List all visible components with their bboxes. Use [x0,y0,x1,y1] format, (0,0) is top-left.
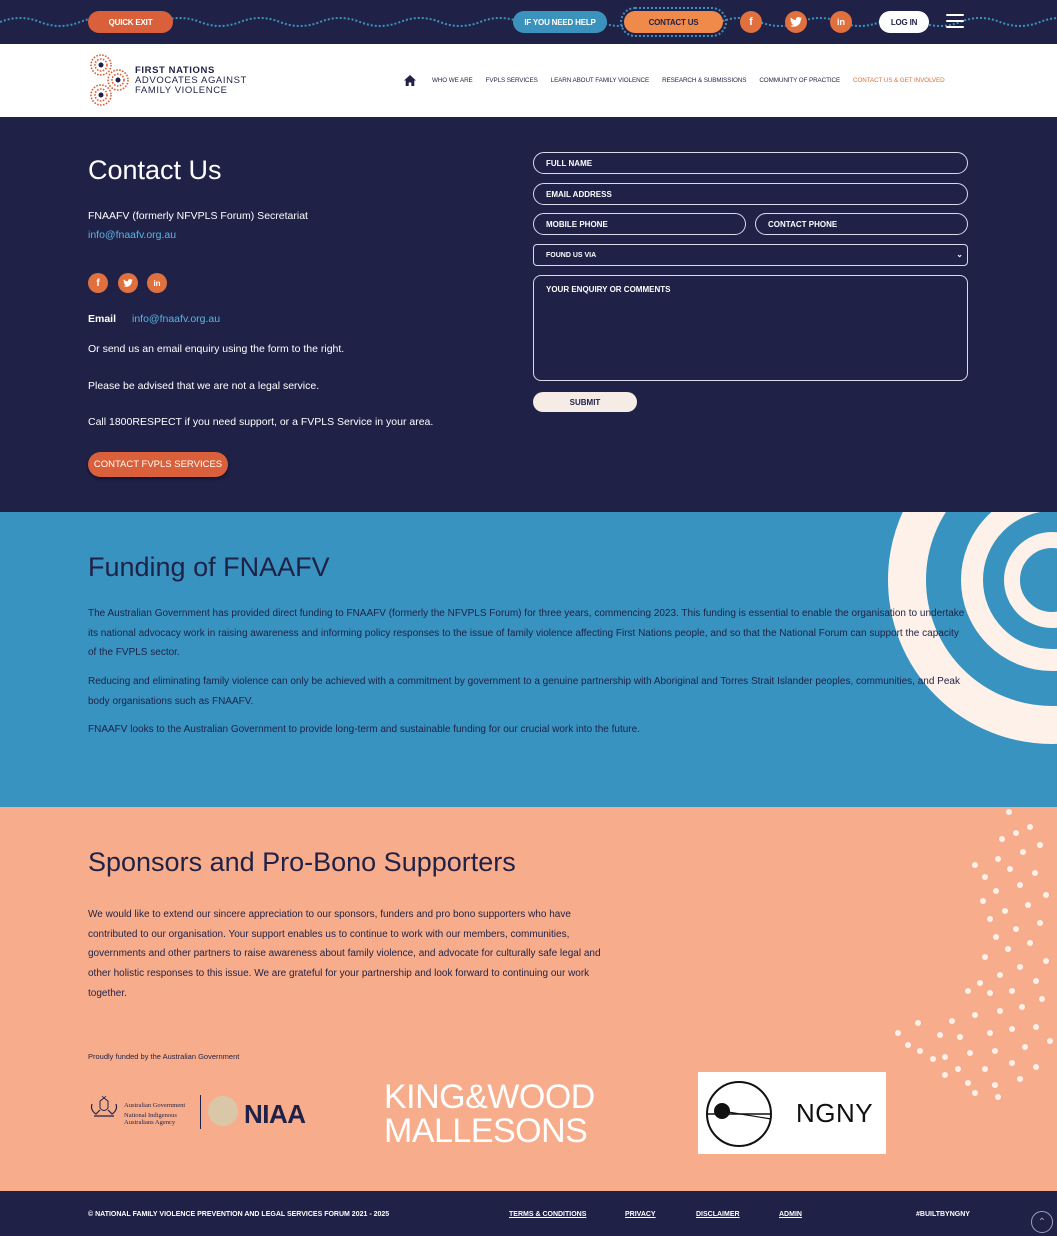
contact-section: Contact Us FNAAFV (formerly NFVPLS Forum… [0,117,1057,512]
copyright-text: © NATIONAL FAMILY VIOLENCE PREVENTION AN… [88,1211,390,1218]
need-help-button[interactable]: IF YOU NEED HELP [513,11,607,33]
contact-title: Contact Us [88,155,222,185]
site-logo[interactable]: FIRST NATIONS ADVOCATES AGAINST FAMILY V… [88,52,248,109]
funding-paragraph-2: Reducing and eliminating family violence… [88,676,960,707]
contact-us-button[interactable]: CONTACT US [620,7,727,37]
funding-paragraph-1: The Australian Government has provided d… [88,608,965,658]
main-nav: WHO WE ARE FVPLS SERVICES LEARN ABOUT FA… [404,75,945,86]
sponsors-title: Sponsors and Pro-Bono Supporters [88,847,516,877]
terms-conditions-link[interactable]: TERMS & CONDITIONS [509,1211,586,1218]
scroll-to-top-icon[interactable]: ⌃ [1031,1211,1053,1233]
funding-paragraph-3: FNAAFV looks to the Australian Governmen… [88,724,640,735]
australian-government-niaa-logo[interactable]: Australian Government National Indigenou… [88,1094,310,1132]
disclaimer-link[interactable]: DISCLAIMER [696,1211,740,1218]
logo-rings-icon [90,54,129,106]
full-name-input[interactable]: FULL NAME [533,152,968,174]
sponsors-section: Sponsors and Pro-Bono Supporters We woul… [0,807,1057,1191]
found-us-via-select[interactable]: FOUND US VIA ⌄ [533,244,968,266]
logo-divider [200,1095,201,1129]
nav-research-submissions[interactable]: RESEARCH & SUBMISSIONS [662,77,746,84]
nav-community-of-practice[interactable]: COMMUNITY OF PRACTICE [759,77,840,84]
site-footer: © NATIONAL FAMILY VIOLENCE PREVENTION AN… [0,1191,1057,1236]
linkedin-icon[interactable]: in [147,273,167,293]
ngny-wordmark: NGNY [796,1098,874,1128]
contact-phone-input[interactable]: CONTACT PHONE [755,213,968,235]
login-button[interactable]: LOG IN [879,11,929,33]
form-instruction-text: Or send us an email enquiry using the fo… [88,343,345,355]
secretariat-email-link[interactable]: info@fnaafv.org.au [88,229,176,241]
kwm-line-1: KING&WOOD [384,1078,595,1116]
twitter-icon[interactable] [118,273,138,293]
twitter-icon[interactable] [785,11,807,33]
email-label: Email [88,313,117,325]
facebook-icon[interactable]: f [740,11,762,33]
mobile-phone-input[interactable]: MOBILE PHONE [533,213,746,235]
hamburger-menu-icon[interactable] [946,14,964,29]
linkedin-icon[interactable]: in [830,11,852,33]
funded-by-text: Proudly funded by the Australian Governm… [88,1052,240,1061]
ngny-circle-icon [706,1081,772,1147]
facebook-icon[interactable]: f [88,273,108,293]
coat-of-arms-icon [90,1096,118,1117]
quick-exit-button[interactable]: QUICK EXIT [88,11,173,33]
gov-line-1: Australian Government [124,1102,186,1109]
logo-text-line3: FAMILY VIOLENCE [135,85,228,96]
nav-fvpls-services[interactable]: FVPLS SERVICES [486,77,538,84]
admin-link[interactable]: ADMIN [779,1211,802,1218]
main-header: FIRST NATIONS ADVOCATES AGAINST FAMILY V… [0,44,1057,117]
privacy-link[interactable]: PRIVACY [625,1211,656,1218]
gov-line-3: Australians Agency [124,1119,176,1126]
home-icon[interactable] [404,75,416,86]
top-bar: QUICK EXIT IF YOU NEED HELP CONTACT US f… [0,0,1057,44]
contact-fvpls-services-button[interactable]: CONTACT FVPLS SERVICES [88,452,228,477]
sponsors-body-text: We would like to extend our sincere appr… [88,909,601,999]
niaa-emblem-icon [208,1096,238,1126]
email-link[interactable]: info@fnaafv.org.au [132,313,220,325]
support-text: Call 1800RESPECT if you need support, or… [88,416,434,428]
ngny-logo[interactable]: NGNY [698,1072,886,1154]
legal-disclaimer-text: Please be advised that we are not a lega… [88,380,320,392]
nav-learn-about-family-violence[interactable]: LEARN ABOUT FAMILY VIOLENCE [551,77,650,84]
gov-line-2: National Indigenous [124,1112,177,1119]
built-by-ngny-text[interactable]: #BUILTBYNGNY [916,1211,970,1218]
kwm-line-2: MALLESONS [384,1112,588,1150]
nav-contact-get-involved[interactable]: CONTACT US & GET INVOLVED [853,77,945,84]
secretariat-name: FNAAFV (formerly NFVPLS Forum) Secretari… [88,210,308,222]
king-wood-mallesons-logo[interactable]: KING&WOOD MALLESONS [384,1080,595,1148]
found-us-via-value: FOUND US VIA [546,251,597,259]
nav-who-we-are[interactable]: WHO WE ARE [432,77,473,84]
niaa-wordmark: NIAA [244,1099,306,1129]
funding-section: Funding of FNAAFV The Australian Governm… [0,512,1057,807]
submit-button[interactable]: SUBMIT [533,392,637,412]
email-address-input[interactable]: EMAIL ADDRESS [533,183,968,205]
email-row: Email info@fnaafv.org.au [88,313,220,325]
enquiry-textarea[interactable]: YOUR ENQUIRY OR COMMENTS [533,275,968,381]
gov-text: Australian Government National Indigenou… [124,1102,185,1126]
funding-title: Funding of FNAAFV [88,552,330,582]
chevron-down-icon: ⌄ [956,250,963,259]
